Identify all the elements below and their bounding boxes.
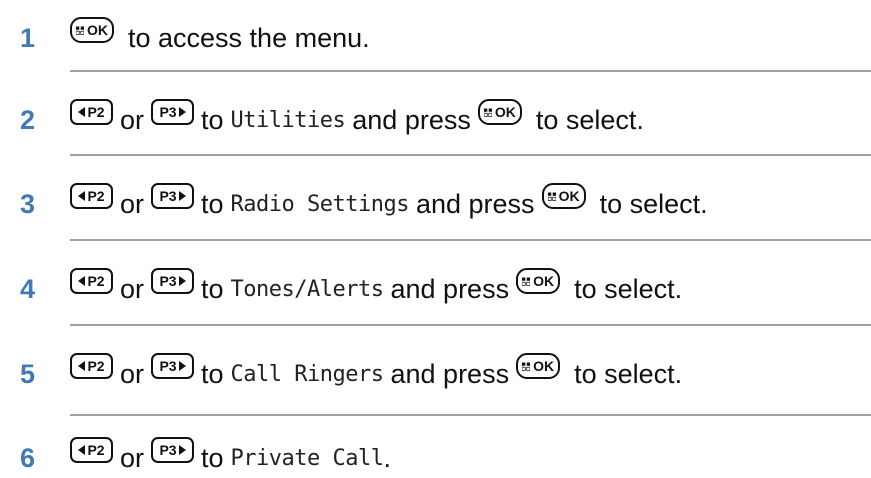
step-number: 4 bbox=[20, 274, 36, 304]
to-text: to bbox=[201, 358, 224, 389]
step-2: 2 P2 or P3 to Utilities and press OK to … bbox=[0, 99, 871, 140]
or-text: or bbox=[120, 104, 145, 135]
menu-grid-icon bbox=[522, 277, 531, 286]
divider bbox=[70, 414, 871, 416]
select-text: to select. bbox=[599, 188, 708, 219]
menu-ok-button-icon: OK bbox=[477, 99, 522, 125]
or-text: or bbox=[120, 188, 145, 219]
menu-item-name: Radio Settings bbox=[230, 191, 410, 217]
or-text: or bbox=[120, 273, 145, 304]
step-instruction: OK to access the menu. bbox=[70, 17, 370, 58]
step-text: to access the menu. bbox=[128, 22, 370, 53]
p2-left-button-icon: P2 bbox=[70, 183, 113, 209]
p2-left-button-icon: P2 bbox=[70, 437, 113, 463]
press-text: and press bbox=[415, 188, 535, 219]
step-instruction: P2 or P3 to Private Call . bbox=[70, 437, 392, 478]
step-instruction: P2 or P3 to Radio Settings and press OK … bbox=[70, 183, 708, 224]
step-number: 6 bbox=[20, 443, 36, 473]
menu-ok-button-icon: OK bbox=[516, 353, 561, 379]
to-text: to bbox=[201, 442, 224, 473]
menu-grid-icon bbox=[483, 108, 492, 117]
to-text: to bbox=[201, 104, 224, 135]
p3-right-button-icon: P3 bbox=[151, 437, 195, 463]
step-1: 1 OK to access the menu. bbox=[0, 17, 871, 58]
select-text: to select. bbox=[535, 104, 644, 135]
step-instruction: P2 or P3 to Utilities and press OK to se… bbox=[70, 99, 644, 140]
step-instruction: P2 or P3 to Call Ringers and press OK to… bbox=[70, 353, 683, 394]
divider bbox=[70, 239, 871, 241]
menu-item-name: Private Call bbox=[230, 445, 384, 471]
press-text: and press bbox=[352, 104, 471, 135]
step-number: 1 bbox=[20, 23, 36, 53]
p3-right-button-icon: P3 bbox=[151, 183, 195, 209]
step-6: 6 P2 or P3 to Private Call . bbox=[0, 437, 871, 478]
p3-right-button-icon: P3 bbox=[151, 268, 195, 294]
press-text: and press bbox=[390, 358, 510, 389]
menu-item-name: Call Ringers bbox=[230, 361, 384, 387]
menu-grid-icon bbox=[522, 362, 531, 371]
divider bbox=[70, 154, 871, 156]
p2-left-button-icon: P2 bbox=[70, 268, 113, 294]
divider bbox=[70, 70, 871, 72]
step-number: 2 bbox=[20, 105, 36, 135]
select-text: to select. bbox=[574, 358, 683, 389]
p2-left-button-icon: P2 bbox=[70, 353, 113, 379]
menu-ok-button-icon: OK bbox=[516, 268, 561, 294]
step-3: 3 P2 or P3 to Radio Settings and press O… bbox=[0, 183, 871, 224]
period-text: . bbox=[383, 442, 392, 473]
press-text: and press bbox=[390, 273, 510, 304]
to-text: to bbox=[201, 273, 224, 304]
p3-right-button-icon: P3 bbox=[151, 99, 195, 125]
menu-grid-icon bbox=[76, 26, 84, 35]
menu-grid-icon bbox=[547, 192, 556, 201]
step-number: 5 bbox=[20, 359, 36, 389]
step-instruction: P2 or P3 to Tones/Alerts and press OK to… bbox=[70, 268, 683, 309]
step-number: 3 bbox=[20, 189, 36, 219]
select-text: to select. bbox=[574, 273, 683, 304]
menu-ok-button-icon: OK bbox=[70, 17, 114, 43]
or-text: or bbox=[120, 358, 145, 389]
menu-item-name: Utilities bbox=[230, 107, 346, 133]
menu-ok-button-icon: OK bbox=[541, 183, 586, 209]
or-text: or bbox=[120, 442, 145, 473]
step-4: 4 P2 or P3 to Tones/Alerts and press OK … bbox=[0, 268, 871, 309]
menu-item-name: Tones/Alerts bbox=[230, 276, 384, 302]
p2-left-button-icon: P2 bbox=[70, 99, 113, 125]
to-text: to bbox=[201, 188, 224, 219]
step-5: 5 P2 or P3 to Call Ringers and press OK … bbox=[0, 353, 871, 394]
p3-right-button-icon: P3 bbox=[151, 353, 195, 379]
divider bbox=[70, 324, 871, 326]
